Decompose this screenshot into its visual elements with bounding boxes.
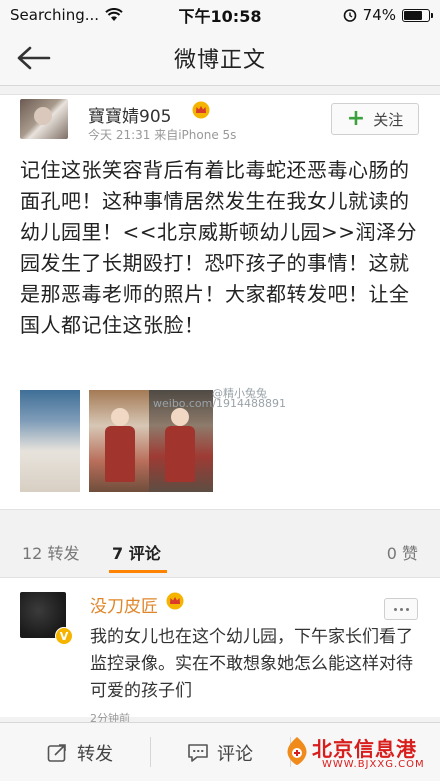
comment-item: V 没刀皮匠 我的女儿也在这个幼儿园，下午家长们看了监控录像。实在不敢想象她怎么… <box>0 577 440 725</box>
follow-label: 关注 <box>373 110 404 129</box>
battery-icon <box>402 8 433 22</box>
image-figure-head <box>171 408 189 426</box>
crown-icon <box>166 592 184 610</box>
wifi-icon <box>105 8 123 21</box>
carrier-text: Searching... <box>10 6 100 24</box>
logo-mark-icon <box>287 737 307 765</box>
more-dot <box>405 607 409 611</box>
battery-percent: 74% <box>362 6 396 24</box>
watermark-url: weibo.com/1914488891 <box>153 397 287 410</box>
back-button[interactable] <box>14 40 54 76</box>
nav-bar: 微博正文 <box>0 30 440 86</box>
site-logo: 北京信息港 WWW.BJXXG.COM <box>282 727 440 779</box>
toolbar-divider <box>150 737 151 767</box>
alarm-icon <box>343 9 356 22</box>
battery-fill <box>404 10 422 20</box>
image-figure-head <box>111 408 129 426</box>
back-arrow-icon <box>17 46 51 70</box>
image-figure-body <box>105 426 135 482</box>
comment-icon <box>188 744 208 762</box>
bottom-toolbar: 转发 评论 北京信息港 WWW.BJXXG.COM <box>0 722 440 781</box>
comment-button[interactable]: 评论 <box>160 733 280 773</box>
repost-button[interactable]: 转发 <box>20 733 140 773</box>
more-options-button[interactable] <box>384 598 418 620</box>
status-bar: Searching... 下午10:58 74% <box>0 0 440 30</box>
status-left: Searching... <box>10 6 123 24</box>
comment-label: 评论 <box>217 744 253 765</box>
post-card: 寶寶婧905 今天 21:31 来自iPhone 5s + 关注 记住这张笑容背… <box>0 94 440 510</box>
logo-name: 北京信息港 <box>312 737 417 761</box>
stats-row: 12 转发 7 评论 0 赞 <box>0 526 440 574</box>
repost-label: 转发 <box>77 744 113 765</box>
crown-icon <box>192 101 210 119</box>
more-dot <box>399 607 403 611</box>
repost-icon <box>47 744 66 762</box>
page-title: 微博正文 <box>173 47 266 73</box>
active-tab-indicator <box>109 570 167 573</box>
post-text: 记住这张笑容背后有着比毒蛇还恶毒心肠的面孔吧！这种事情居然发生在我女儿就读的幼儿… <box>20 158 418 337</box>
tab-likes[interactable]: 0 赞 <box>387 540 418 564</box>
author-avatar[interactable] <box>20 99 68 139</box>
post-image[interactable] <box>20 390 80 492</box>
plus-icon: + <box>346 106 366 131</box>
commenter-name[interactable]: 没刀皮匠 <box>90 592 158 617</box>
vip-badge: V <box>55 627 73 645</box>
tab-reposts[interactable]: 12 转发 <box>22 540 79 564</box>
post-meta: 今天 21:31 来自iPhone 5s <box>88 128 237 142</box>
post-image[interactable] <box>89 390 149 492</box>
follow-button[interactable]: + 关注 <box>331 103 419 135</box>
logo-url: WWW.BJXXG.COM <box>322 759 425 770</box>
status-right: 74% <box>343 6 433 24</box>
author-name[interactable]: 寶寶婧905 <box>88 102 171 127</box>
more-dot <box>393 607 397 611</box>
tab-comments[interactable]: 7 评论 <box>112 540 161 564</box>
image-figure-body <box>165 426 195 482</box>
comment-text: 我的女儿也在这个幼儿园，下午家长们看了监控录像。实在不敢想象她怎么能这样对待可爱… <box>90 627 413 701</box>
